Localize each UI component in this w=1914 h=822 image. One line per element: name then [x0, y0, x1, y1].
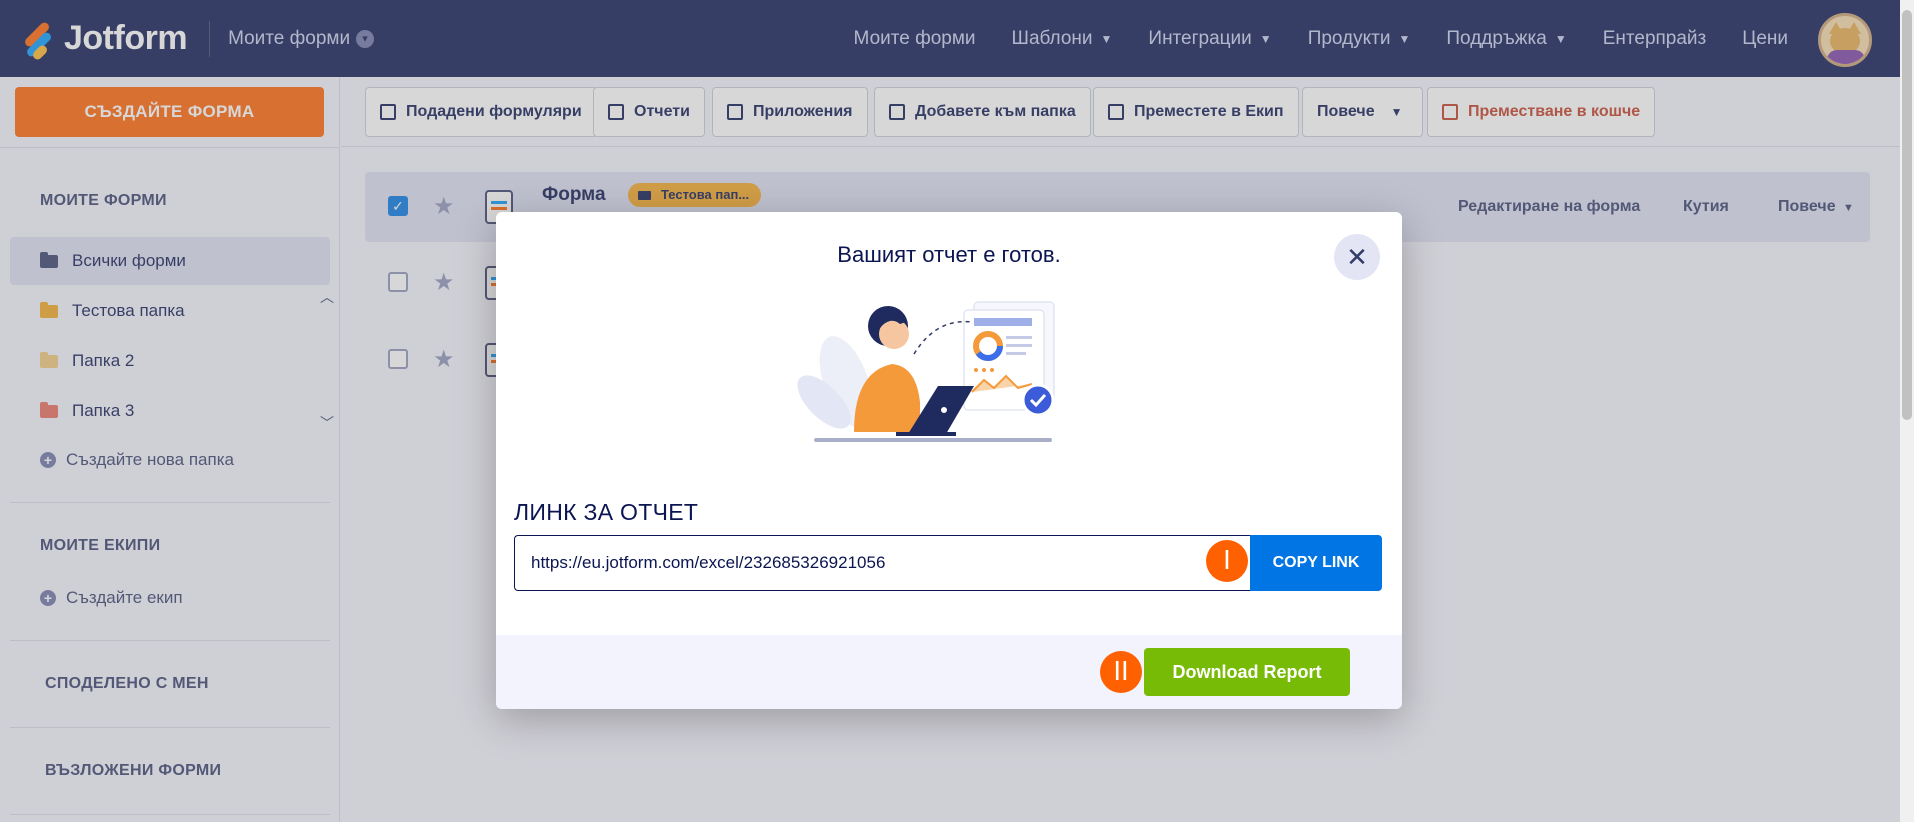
report-link-field[interactable]: https://eu.jotform.com/excel/23268532692… [514, 535, 1250, 591]
scrollbar-thumb[interactable] [1902, 10, 1912, 420]
step-marker-1: I [1206, 540, 1248, 582]
modal-footer: II Download Report [496, 635, 1402, 709]
modal-title: Вашият отчет е готов. [837, 242, 1061, 267]
report-ready-modal: Вашият отчет е готов. ✕ ЛИНК ЗА ОТЧЕТ ht… [496, 212, 1402, 709]
copy-link-button[interactable]: COPY LINK [1250, 535, 1382, 591]
page-scrollbar[interactable] [1900, 0, 1914, 822]
report-link-label: ЛИНК ЗА ОТЧЕТ [514, 499, 699, 525]
step-marker-2: II [1100, 651, 1142, 693]
close-icon[interactable]: ✕ [1334, 234, 1380, 280]
download-report-button[interactable]: Download Report [1144, 648, 1350, 696]
report-illustration [797, 301, 1055, 442]
